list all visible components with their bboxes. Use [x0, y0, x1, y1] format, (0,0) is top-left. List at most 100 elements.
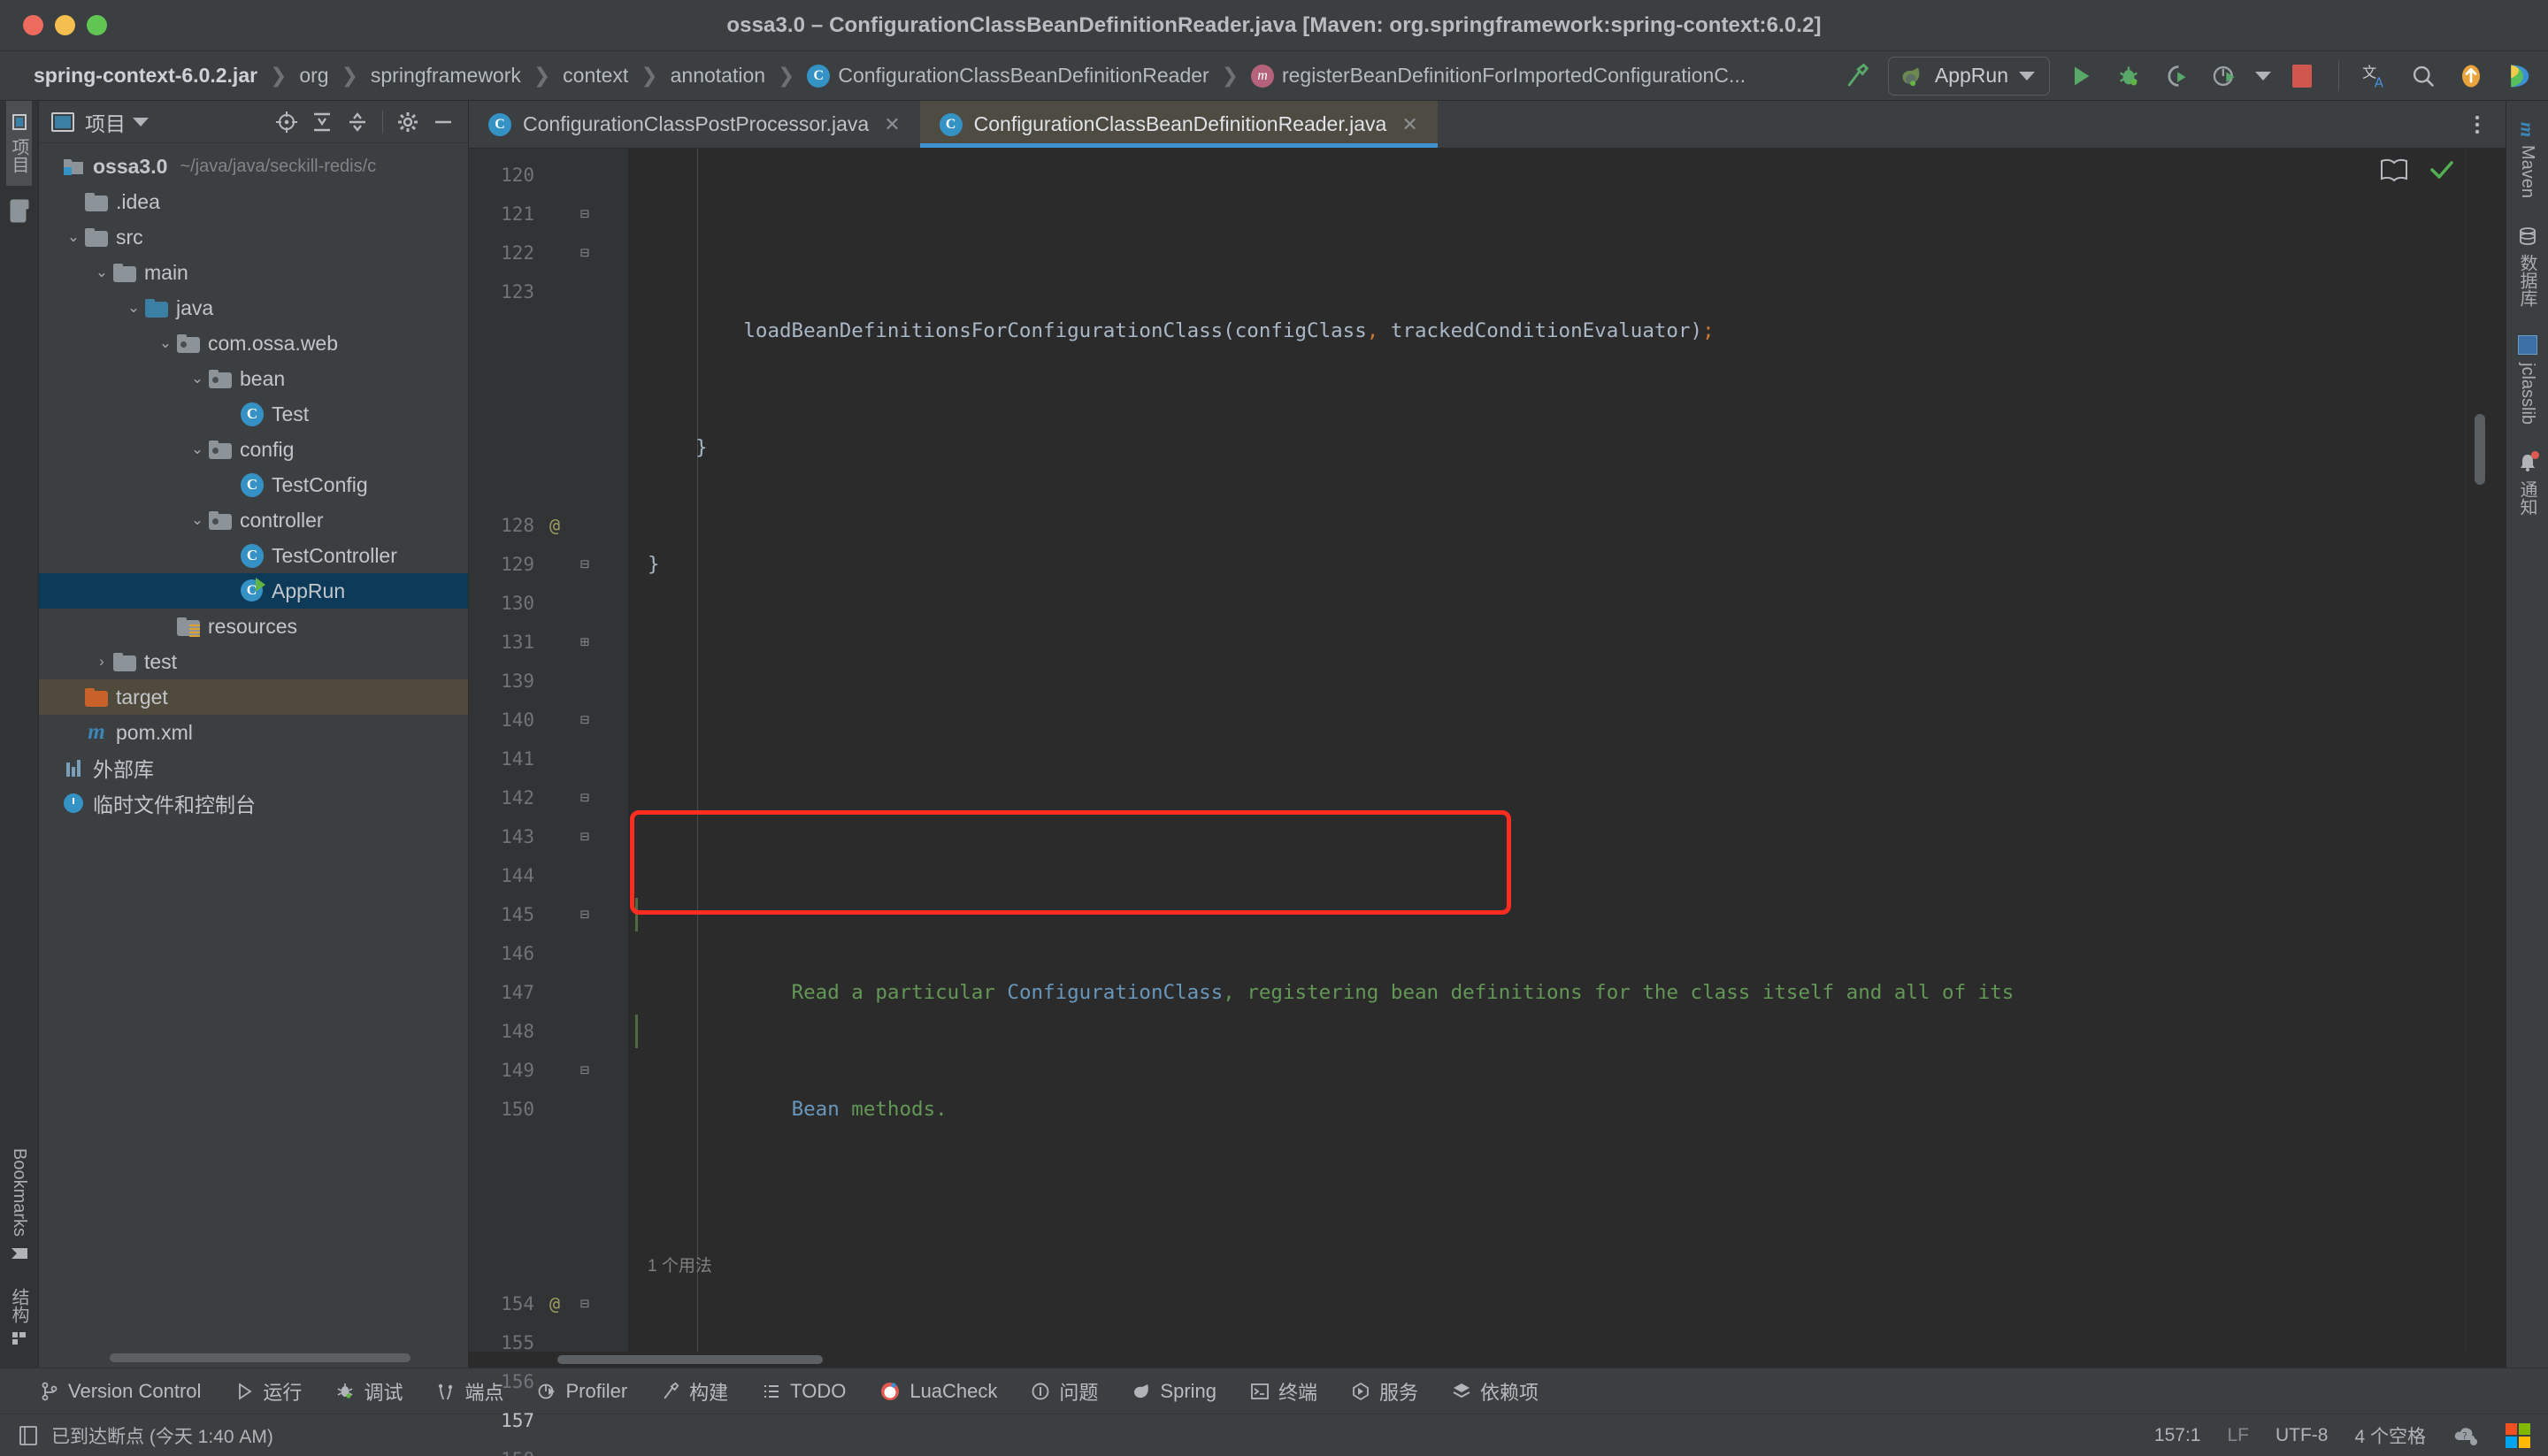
status-message[interactable]: 已到达断点 (今天 1:40 AM) — [51, 1422, 273, 1449]
tree-node-test[interactable]: › test — [39, 644, 468, 679]
close-icon[interactable]: ✕ — [884, 113, 900, 136]
tree-node-main[interactable]: ⌄ main — [39, 255, 468, 290]
breadcrumb-item-annotation[interactable]: annotation — [660, 64, 776, 88]
tree-node-package-config[interactable]: ⌄ config — [39, 432, 468, 467]
sidebar-item-project[interactable]: 项目 — [6, 101, 32, 186]
tree-node-pom-xml[interactable]: m pom.xml — [39, 715, 468, 750]
update-project-icon[interactable] — [2454, 59, 2488, 93]
tool-window-debug[interactable]: 调试 — [318, 1377, 419, 1406]
editor-horizontal-scrollbar[interactable] — [557, 1355, 823, 1364]
reader-mode-icon[interactable] — [2380, 157, 2408, 182]
tool-window-run[interactable]: 运行 — [218, 1377, 318, 1406]
run-icon[interactable] — [2064, 59, 2098, 93]
tree-node-package-bean[interactable]: ⌄ bean — [39, 361, 468, 396]
tree-node-target[interactable]: target — [39, 679, 468, 715]
breadcrumb-item-context[interactable]: context — [552, 64, 639, 88]
sidebar-item-structure[interactable]: 结构 — [6, 1276, 32, 1359]
tree-node-scratches[interactable]: 临时文件和控制台 — [39, 785, 468, 821]
windows-logo-icon[interactable] — [2506, 1422, 2530, 1448]
tool-window-problems[interactable]: 问题 — [1014, 1377, 1115, 1406]
select-opened-file-icon[interactable] — [271, 106, 303, 138]
breadcrumb-item-springframework[interactable]: springframework — [360, 64, 532, 88]
run-with-coverage-icon[interactable] — [2160, 59, 2193, 93]
tree-node-class-testconfig[interactable]: C TestConfig — [39, 467, 468, 502]
usage-hint[interactable]: 1 个用法 — [648, 1257, 712, 1276]
close-icon[interactable]: ✕ — [1401, 113, 1417, 136]
tool-window-terminal[interactable]: 终端 — [1233, 1377, 1334, 1406]
breadcrumb-item-org[interactable]: org — [288, 64, 339, 88]
hammer-icon[interactable] — [1840, 59, 1874, 93]
search-icon[interactable] — [2406, 59, 2440, 93]
inspections-ok-icon[interactable] — [2428, 157, 2456, 182]
sidebar-item-database[interactable]: 数据库 — [2514, 212, 2540, 321]
doc-link[interactable]: ConfigurationClass — [1007, 981, 1223, 1004]
debug-icon[interactable] — [2112, 59, 2145, 93]
tool-window-dependencies[interactable]: 依赖项 — [1435, 1377, 1555, 1406]
tree-node-class-test[interactable]: C Test — [39, 396, 468, 432]
code-content[interactable]: loadBeanDefinitionsForConfigurationClass… — [628, 149, 2465, 1352]
chevron-down-icon[interactable]: ⌄ — [154, 334, 177, 352]
tree-node-external-libraries[interactable]: 外部库 — [39, 750, 468, 785]
tree-node-java[interactable]: ⌄ java — [39, 290, 468, 326]
cloud-settings-icon[interactable]: ? — [2452, 1424, 2479, 1447]
run-configuration-selector[interactable]: AppRun — [1887, 56, 2050, 96]
expand-all-icon[interactable] — [306, 106, 338, 138]
tool-window-version-control[interactable]: Version Control — [23, 1380, 218, 1403]
caret-position[interactable]: 157:1 — [2154, 1425, 2201, 1446]
sidebar-item-folder[interactable] — [8, 186, 31, 236]
chevron-down-icon[interactable]: ⌄ — [186, 511, 209, 529]
hide-icon[interactable] — [427, 106, 459, 138]
tree-node-class-apprun[interactable]: C AppRun — [39, 573, 468, 609]
chevron-down-icon[interactable]: ⌄ — [62, 228, 85, 246]
doc-link[interactable]: Bean — [792, 1098, 840, 1121]
chevron-down-icon[interactable]: ⌄ — [186, 370, 209, 387]
more-icon[interactable] — [2461, 109, 2493, 141]
sidebar-item-bookmarks[interactable]: Bookmarks — [9, 1136, 29, 1276]
gear-icon[interactable] — [392, 106, 424, 138]
project-panel-horizontal-scrollbar[interactable] — [110, 1353, 411, 1362]
chevron-down-icon[interactable]: ⌄ — [122, 299, 145, 317]
tree-node-package-comossaweb[interactable]: ⌄ com.ossa.web — [39, 326, 468, 361]
ai-assistant-icon[interactable] — [2502, 59, 2536, 93]
close-window-button[interactable] — [23, 15, 43, 35]
line-separator[interactable]: LF — [2227, 1425, 2249, 1446]
maximize-window-button[interactable] — [87, 15, 107, 35]
project-tree[interactable]: ossa3.0 ~/java/java/seckill-redis/c .ide… — [39, 143, 468, 1368]
editor-tab-configurationclassbeandefinitionreader[interactable]: C ConfigurationClassBeanDefinitionReader… — [919, 101, 1438, 148]
file-encoding[interactable]: UTF-8 — [2276, 1425, 2329, 1446]
stop-icon[interactable] — [2285, 59, 2319, 93]
tool-window-todo[interactable]: TODO — [745, 1380, 863, 1403]
window-controls[interactable] — [0, 15, 107, 35]
breadcrumb-item-class[interactable]: C ConfigurationClassBeanDefinitionReader — [796, 64, 1219, 88]
tool-window-build[interactable]: 构建 — [644, 1377, 745, 1406]
editor-gutter[interactable]: 120 121 ⊟ 122 ⊟ 123 128 @ 129 ⊟ 130 131 ⊞ 139… — [469, 149, 628, 1456]
collapse-all-icon[interactable] — [342, 106, 373, 138]
tool-window-spring[interactable]: Spring — [1115, 1380, 1233, 1403]
breadcrumb-item-method[interactable]: m registerBeanDefinitionForImportedConfi… — [1240, 64, 1756, 88]
editor-tab-configurationclasspostprocessor[interactable]: C ConfigurationClassPostProcessor.java ✕ — [469, 101, 920, 148]
tree-node-src[interactable]: ⌄ src — [39, 219, 468, 255]
translate-icon[interactable]: 文 A — [2359, 59, 2392, 93]
breadcrumb-item-jar[interactable]: spring-context-6.0.2.jar — [23, 64, 268, 88]
tree-node-resources[interactable]: resources — [39, 609, 468, 644]
editor-vertical-scrollbar[interactable] — [2475, 414, 2485, 485]
chevron-down-icon[interactable]: ⌄ — [90, 264, 113, 281]
chevron-down-icon[interactable]: ⌄ — [186, 441, 209, 458]
profiler-icon[interactable] — [2207, 59, 2241, 93]
tool-window-luacheck[interactable]: LuaCheck — [863, 1380, 1014, 1403]
chevron-down-icon[interactable] — [133, 117, 149, 126]
chevron-down-icon[interactable] — [2019, 71, 2035, 80]
chevron-right-icon[interactable]: › — [90, 653, 113, 671]
profiler-dropdown-icon[interactable] — [2255, 71, 2271, 80]
tree-node-class-testcontroller[interactable]: C TestController — [39, 538, 468, 573]
tree-node-idea[interactable]: .idea — [39, 184, 468, 219]
indent-setting[interactable]: 4 个空格 — [2354, 1422, 2426, 1449]
minimize-window-button[interactable] — [55, 15, 75, 35]
sidebar-item-maven[interactable]: m Maven — [2516, 108, 2539, 212]
sidebar-item-jclasslib[interactable]: jclasslib — [2517, 321, 2537, 439]
editor-scrollbar-area[interactable] — [2465, 149, 2506, 1352]
sidebar-item-notifications[interactable]: 通知 — [2514, 439, 2540, 530]
tree-node-ossa3[interactable]: ossa3.0 ~/java/java/seckill-redis/c — [39, 149, 468, 184]
tool-window-services[interactable]: 服务 — [1334, 1377, 1435, 1406]
tree-node-package-controller[interactable]: ⌄ controller — [39, 502, 468, 538]
